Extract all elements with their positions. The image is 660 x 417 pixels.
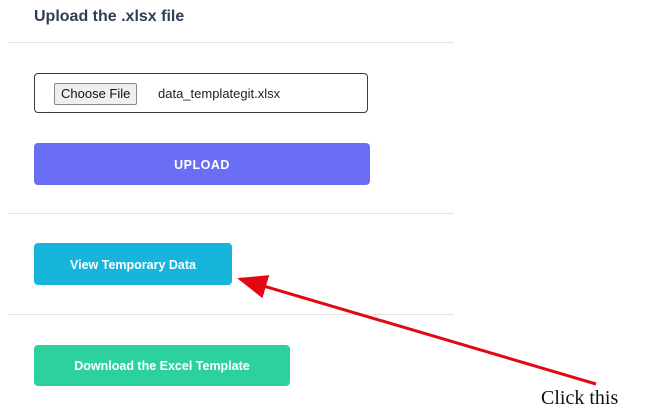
selected-file-name: data_templategit.xlsx bbox=[158, 86, 281, 101]
upload-button[interactable]: UPLOAD bbox=[34, 143, 370, 185]
divider bbox=[8, 42, 454, 43]
divider bbox=[8, 314, 454, 315]
file-input-field[interactable]: Choose File data_templategit.xlsx bbox=[34, 73, 368, 113]
view-temporary-data-button[interactable]: View Temporary Data bbox=[34, 243, 232, 285]
arrow-line bbox=[237, 275, 597, 386]
divider bbox=[8, 213, 454, 214]
section-title: Upload the .xlsx file bbox=[34, 8, 185, 25]
choose-file-button[interactable]: Choose File bbox=[54, 83, 138, 105]
download-template-button[interactable]: Download the Excel Template bbox=[34, 345, 290, 386]
annotation-label: Click this bbox=[541, 387, 619, 409]
